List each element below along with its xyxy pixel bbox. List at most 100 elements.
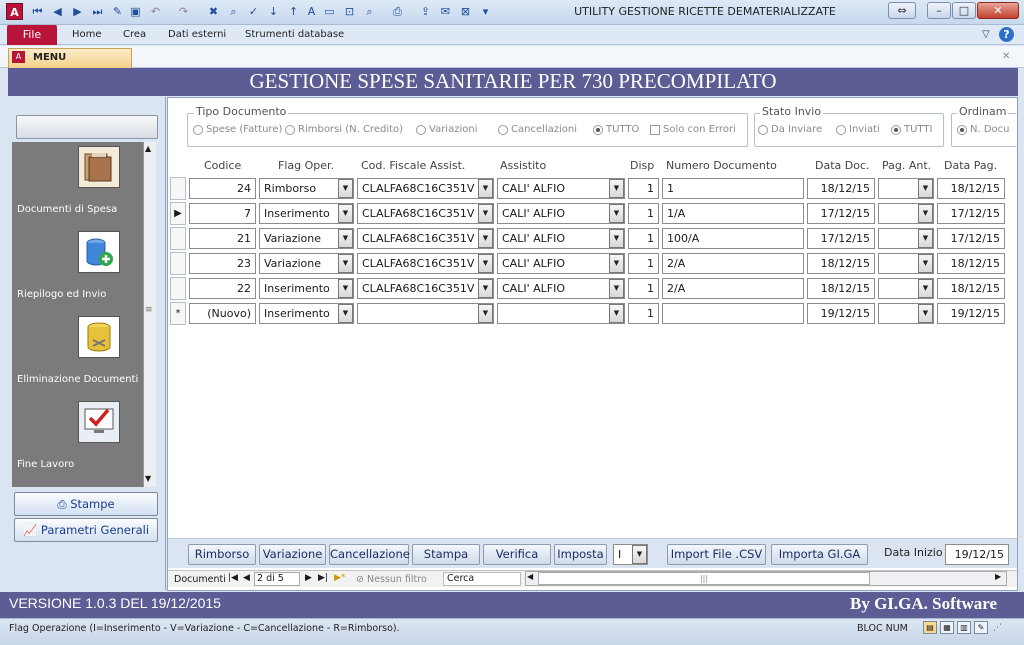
cell-cf[interactable]: CLALFA68C16C351V [357, 228, 494, 249]
cell-data-doc[interactable]: 17/12/15 [807, 228, 875, 249]
first-record-icon[interactable]: ⏮ [30, 4, 45, 19]
cell-disp[interactable]: 1 [628, 203, 659, 224]
find-icon[interactable]: ⌕ [226, 4, 241, 19]
cell-assistito[interactable]: CALI' ALFIO [497, 178, 625, 199]
cell-codice[interactable]: 22 [189, 278, 256, 299]
row-selector[interactable] [170, 252, 186, 275]
cell-numero[interactable]: 1/A [662, 203, 804, 224]
row-selector[interactable] [170, 277, 186, 300]
radio-tutto[interactable]: TUTTO [593, 124, 639, 135]
cell-data-doc[interactable]: 17/12/15 [807, 203, 875, 224]
nav-first-icon[interactable]: |◀ [228, 573, 238, 583]
maximize-button[interactable]: □ [952, 2, 976, 19]
radio-cancellazioni-circle[interactable] [498, 124, 508, 135]
page-icon[interactable]: ▭ [322, 4, 337, 19]
cell-codice[interactable]: 24 [189, 178, 256, 199]
side-top-button[interactable] [16, 115, 158, 139]
stampa-button[interactable]: Stampa [412, 544, 480, 565]
nav-prev-icon[interactable]: ◀ [243, 573, 250, 583]
hscroll-thumb[interactable]: ||| [538, 572, 870, 585]
radio-da-inviare[interactable]: Da Inviare [758, 124, 822, 135]
help-icon[interactable]: ? [999, 27, 1014, 42]
font-icon[interactable]: A [304, 4, 319, 19]
dropdown-arrow-icon[interactable]: ▼ [478, 204, 493, 223]
filter-status[interactable]: ⊘ Nessun filtro [356, 574, 427, 585]
radio-cancellazioni[interactable]: Cancellazioni [498, 124, 577, 135]
cancellazione-button[interactable]: Cancellazione [329, 544, 410, 565]
side-menu-scrollbar[interactable]: ▲ ≡ ▼ [143, 142, 156, 487]
dropdown-arrow-icon[interactable]: ▼ [338, 229, 353, 248]
cell-codice[interactable]: 7 [189, 203, 256, 224]
radio-inviati[interactable]: Inviati [836, 124, 880, 135]
search-field[interactable]: Cerca [443, 572, 521, 586]
close-object-icon[interactable]: ⊠ [458, 4, 473, 19]
form-view-icon[interactable]: ▤ [923, 621, 937, 634]
cell-assistito[interactable]: CALI' ALFIO [497, 228, 625, 249]
spelling-icon[interactable]: ✓ [246, 4, 261, 19]
radio-tutti[interactable]: TUTTI [891, 124, 932, 135]
previous-record-icon[interactable]: ◀ [50, 4, 65, 19]
radio-spese-fatture[interactable]: Spese (Fatture) [193, 124, 282, 135]
scroll-down-icon[interactable]: ▼ [145, 474, 151, 483]
cell-assistito[interactable] [497, 303, 625, 324]
zoom-icon[interactable]: ⊡ [342, 4, 357, 19]
new-record-icon[interactable]: ✎ [110, 4, 125, 19]
data-inizio-field[interactable]: 19/12/15 [945, 544, 1009, 565]
scroll-thumb[interactable]: ≡ [145, 305, 153, 315]
radio-n-docu[interactable]: N. Docu [957, 124, 1010, 135]
layout-view-icon[interactable]: ▥ [957, 621, 971, 634]
datasheet-view-icon[interactable]: ▦ [940, 621, 954, 634]
cell-data-doc[interactable]: 19/12/15 [807, 303, 875, 324]
dropdown-arrow-icon[interactable]: ▼ [478, 304, 493, 323]
save-icon[interactable]: ▣ [128, 4, 143, 19]
customize-toolbar-icon[interactable]: ▾ [478, 4, 493, 19]
cell-numero[interactable]: 2/A [662, 253, 804, 274]
tab-home[interactable]: Home [72, 29, 102, 40]
row-selector[interactable] [170, 227, 186, 250]
access-app-icon[interactable]: A [6, 3, 23, 20]
hscroll-right-icon[interactable]: ▶ [995, 572, 1001, 581]
radio-rimborsi[interactable]: Rimborsi (N. Credito) [285, 124, 403, 135]
importa-giga-button[interactable]: Importa GI.GA [771, 544, 868, 565]
menu-item-fine-lavoro[interactable]: Fine Lavoro [17, 459, 74, 470]
radio-rimborsi-circle[interactable] [285, 124, 295, 135]
dropdown-arrow-icon[interactable]: ▼ [338, 279, 353, 298]
tab-menu-principale[interactable]: MENU PRINCIPALE [8, 48, 132, 81]
radio-inviati-circle[interactable] [836, 124, 846, 135]
dropdown-arrow-icon[interactable]: ▼ [478, 229, 493, 248]
tab-file[interactable]: File [7, 25, 57, 45]
checkbox-solo-errori-box[interactable] [650, 124, 660, 135]
imposta-button[interactable]: Imposta [554, 544, 607, 565]
cell-numero[interactable] [662, 303, 804, 324]
hscroll-left-icon[interactable]: ◀ [527, 572, 533, 581]
next-record-icon[interactable]: ▶ [70, 4, 85, 19]
cell-disp[interactable]: 1 [628, 278, 659, 299]
export-icon[interactable]: ⇪ [418, 4, 433, 19]
redo-icon[interactable]: ↷ [176, 4, 191, 19]
radio-variazioni-circle[interactable] [416, 124, 426, 135]
sort-descending-icon[interactable]: ↑ [286, 4, 301, 19]
cell-codice[interactable]: 23 [189, 253, 256, 274]
dropdown-arrow-icon[interactable]: ▼ [918, 304, 933, 323]
cell-numero[interactable]: 2/A [662, 278, 804, 299]
cell-cf[interactable]: CLALFA68C16C351V [357, 203, 494, 224]
resize-grip-icon[interactable]: ⋰ [993, 623, 1002, 633]
imposta-dropdown-icon[interactable]: ▼ [632, 545, 647, 564]
cell-cf[interactable]: CLALFA68C16C351V [357, 253, 494, 274]
ribbon-expand-icon[interactable]: ▽ [982, 29, 990, 40]
cell-disp[interactable]: 1 [628, 178, 659, 199]
database-delete-icon[interactable] [78, 316, 120, 358]
dropdown-arrow-icon[interactable]: ▼ [918, 279, 933, 298]
cell-cf[interactable]: CLALFA68C16C351V [357, 278, 494, 299]
cell-numero[interactable]: 1 [662, 178, 804, 199]
nav-position-field[interactable]: 2 di 5 [254, 572, 300, 586]
cell-assistito[interactable]: CALI' ALFIO [497, 203, 625, 224]
cell-data-pag[interactable]: 18/12/15 [937, 253, 1005, 274]
minimize-button[interactable]: – [927, 2, 951, 19]
restore-ribbon-button[interactable]: ⇔ [888, 2, 916, 19]
nav-new-icon[interactable]: ▶* [334, 573, 345, 583]
dropdown-arrow-icon[interactable]: ▼ [918, 229, 933, 248]
menu-item-documenti-di-spesa[interactable]: Documenti di Spesa [17, 204, 117, 215]
close-tab-icon[interactable]: ✕ [1002, 51, 1010, 62]
cell-disp[interactable]: 1 [628, 303, 659, 324]
